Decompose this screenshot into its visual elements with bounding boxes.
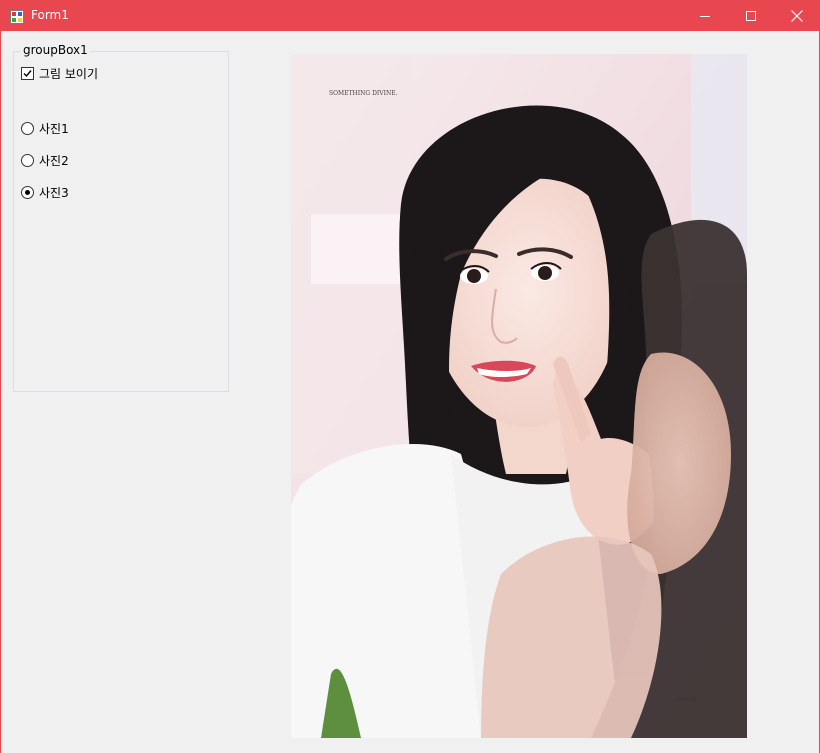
title-bar[interactable]: Form1 xyxy=(1,1,819,31)
picture-box: SOMETHING DIVINE. EMBRACE xyxy=(291,54,747,738)
app-window: Form1 groupBox1 그림 보이기 사진1 사진2 사진3 SOMET… xyxy=(0,0,820,753)
checkbox-box[interactable] xyxy=(21,67,34,80)
app-icon[interactable] xyxy=(10,9,24,24)
photo-caption: SOMETHING DIVINE. xyxy=(329,90,398,97)
minimize-button[interactable] xyxy=(682,1,728,31)
photo-corner-mark: EMBRACE xyxy=(677,697,697,702)
checkmark-icon xyxy=(23,70,32,78)
groupbox-title: groupBox1 xyxy=(21,43,90,57)
radio-circle[interactable] xyxy=(21,186,34,199)
maximize-button[interactable] xyxy=(728,1,774,31)
close-icon xyxy=(791,10,803,22)
groupbox: groupBox1 그림 보이기 사진1 사진2 사진3 xyxy=(13,43,229,392)
checkbox-label: 그림 보이기 xyxy=(39,67,99,81)
portrait-photo: SOMETHING DIVINE. EMBRACE xyxy=(291,54,747,738)
radio-label: 사진3 xyxy=(39,186,69,200)
radio-photo1[interactable]: 사진1 xyxy=(21,120,69,137)
radio-circle[interactable] xyxy=(21,122,34,135)
close-button[interactable] xyxy=(774,1,820,31)
radio-photo3[interactable]: 사진3 xyxy=(21,184,69,201)
radio-photo2[interactable]: 사진2 xyxy=(21,152,69,169)
window-title: Form1 xyxy=(31,8,69,22)
show-picture-checkbox[interactable]: 그림 보이기 xyxy=(21,65,98,82)
radio-label: 사진2 xyxy=(39,154,69,168)
radio-selected-dot xyxy=(25,190,30,195)
radio-label: 사진1 xyxy=(39,122,69,136)
minimize-icon xyxy=(700,16,710,17)
radio-circle[interactable] xyxy=(21,154,34,167)
maximize-icon xyxy=(746,11,756,21)
form-client-area: groupBox1 그림 보이기 사진1 사진2 사진3 SOMETHING D… xyxy=(1,31,819,753)
